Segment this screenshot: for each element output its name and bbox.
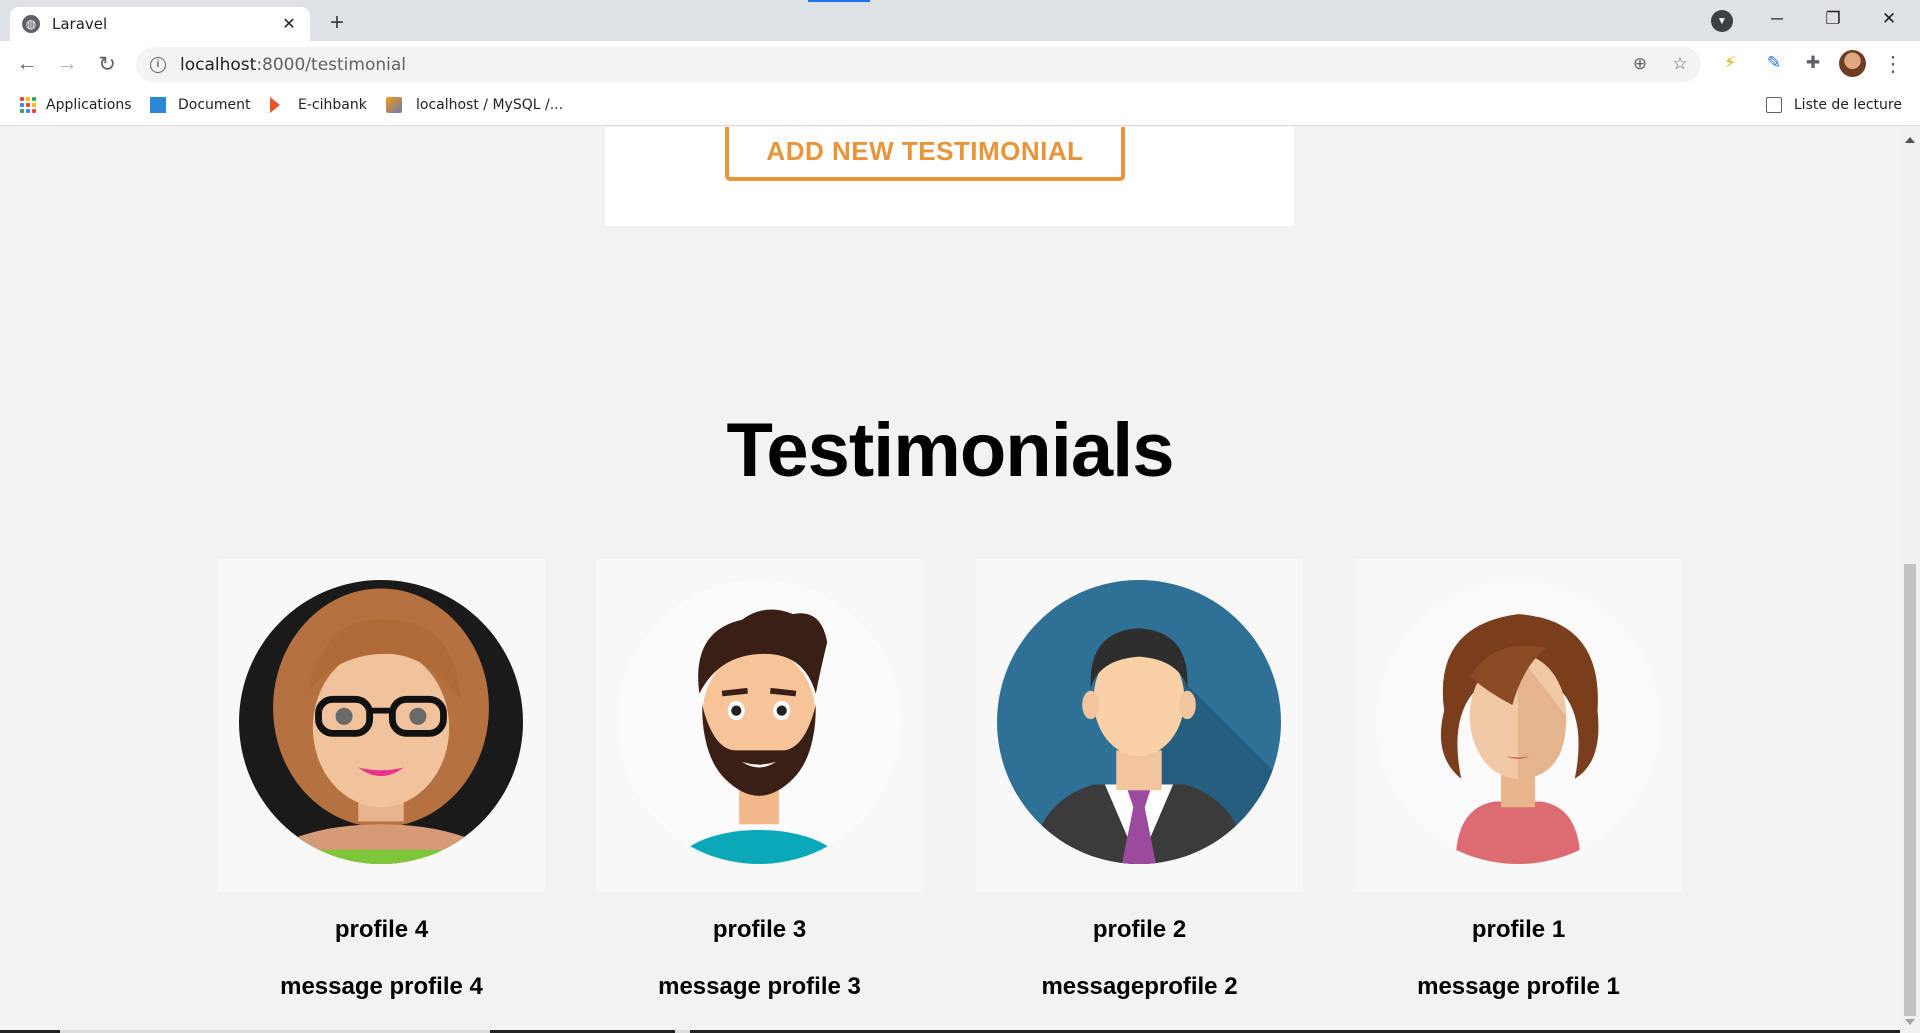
testimonial-card: profile 4 message profile 4 — [218, 559, 545, 1001]
bookmark-label: Document — [178, 97, 251, 113]
testimonial-message: message profile 1 — [1417, 973, 1620, 1000]
minimize-button[interactable]: ─ — [1754, 4, 1800, 34]
address-url[interactable]: localhost:8000/testimonial — [180, 55, 406, 75]
browser-toolbar: ← → ↻ i localhost:8000/testimonial ⊕ ☆ ⚡… — [0, 41, 1920, 88]
section-title: Testimonials — [726, 408, 1175, 493]
testimonial-name: profile 2 — [1092, 916, 1187, 943]
bookmark-applications[interactable]: Applications — [20, 97, 132, 113]
bookmarks-bar: Applications Document E-cihbank localhos… — [0, 88, 1920, 126]
scroll-up-icon[interactable] — [1905, 137, 1915, 143]
testimonial-message: messageprofile 2 — [1041, 973, 1238, 1000]
new-tab-button[interactable]: + — [322, 8, 352, 38]
bookmark-star-icon[interactable]: ☆ — [1670, 54, 1690, 74]
bookmark-label: localhost / MySQL /... — [416, 97, 564, 113]
woman-glasses-avatar-icon — [239, 580, 523, 864]
testimonial-card: profile 2 messageprofile 2 — [976, 559, 1303, 1001]
testimonial-photo — [596, 559, 923, 892]
bookmark-label: Applications — [46, 97, 132, 113]
reading-list-icon — [1765, 97, 1782, 113]
extension-bolt-icon[interactable]: ⚡ — [1717, 50, 1743, 76]
businessman-avatar-icon — [997, 580, 1281, 864]
globe-icon: ◍ — [22, 15, 40, 33]
reading-list[interactable]: Liste de lecture — [1765, 97, 1902, 113]
reload-button[interactable]: ↻ — [92, 49, 122, 79]
apps-grid-icon — [20, 97, 36, 113]
bank-icon — [270, 97, 280, 113]
url-path: :8000/testimonial — [256, 54, 407, 75]
testimonial-name: profile 1 — [1471, 916, 1566, 943]
extensions-puzzle-icon[interactable]: ✚ — [1800, 50, 1826, 76]
phpmyadmin-icon — [386, 97, 402, 113]
bookmark-phpmyadmin[interactable]: localhost / MySQL /... — [386, 97, 563, 113]
extension-pen-icon[interactable]: ✎ — [1761, 50, 1787, 76]
restore-button[interactable]: ❐ — [1810, 4, 1856, 34]
document-icon — [150, 97, 166, 113]
bookmark-ecihbank[interactable]: E-cihbank — [270, 97, 367, 113]
profile-avatar[interactable] — [1839, 50, 1866, 77]
page-scrollbar[interactable] — [1900, 127, 1920, 1033]
zoom-icon[interactable]: ⊕ — [1630, 54, 1650, 74]
back-button[interactable]: ← — [12, 49, 42, 79]
testimonial-name: profile 3 — [712, 916, 807, 943]
testimonial-message: message profile 4 — [280, 973, 483, 1000]
url-host: localhost — [180, 54, 257, 75]
testimonial-photo — [976, 559, 1303, 892]
forward-button[interactable]: → — [52, 49, 82, 79]
testimonial-card: profile 3 message profile 3 — [596, 559, 923, 1001]
bookmark-document[interactable]: Document — [150, 97, 251, 113]
browser-menu-icon[interactable]: ⋮ — [1880, 49, 1906, 79]
close-window-button[interactable]: ✕ — [1866, 4, 1912, 34]
site-info-icon[interactable]: i — [150, 56, 166, 73]
close-tab-icon[interactable]: ✕ — [278, 13, 300, 35]
bearded-man-avatar-icon — [617, 580, 901, 864]
tab-strip: ◍ Laravel ✕ + ▼ ─ ❐ ✕ — [0, 0, 1920, 41]
testimonial-photo — [1355, 559, 1682, 892]
tab-title: Laravel — [52, 15, 108, 33]
loading-indicator — [808, 0, 870, 2]
browser-tab[interactable]: ◍ Laravel ✕ — [10, 7, 310, 41]
page-viewport: ADD NEW TESTIMONIAL Testimonials profile… — [0, 127, 1900, 1033]
testimonial-card: profile 1 message profile 1 — [1355, 559, 1682, 1001]
add-new-testimonial-button[interactable]: ADD NEW TESTIMONIAL — [725, 127, 1125, 181]
address-bar[interactable]: i localhost:8000/testimonial ⊕ ☆ — [136, 47, 1701, 82]
bookmark-label: E-cihbank — [298, 97, 367, 113]
add-testimonial-card: ADD NEW TESTIMONIAL — [605, 127, 1294, 226]
testimonial-name: profile 4 — [334, 916, 429, 943]
reading-list-label: Liste de lecture — [1793, 97, 1902, 113]
tab-search-icon[interactable]: ▼ — [1711, 10, 1733, 32]
scrollbar-thumb[interactable] — [1904, 564, 1916, 1016]
testimonial-photo — [218, 559, 545, 892]
curly-woman-avatar-icon — [1376, 580, 1660, 864]
testimonial-message: message profile 3 — [658, 973, 861, 1000]
scroll-down-icon[interactable] — [1905, 1019, 1915, 1025]
